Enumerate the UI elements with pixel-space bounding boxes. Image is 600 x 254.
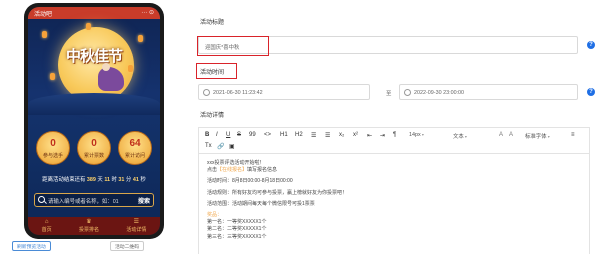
- ordered-list-button[interactable]: ☰: [311, 132, 316, 139]
- search-placeholder: 请输入编号或者名称，如：01: [48, 199, 119, 205]
- highlight-color-icon[interactable]: A: [509, 132, 513, 138]
- subscript-button[interactable]: x₂: [339, 132, 344, 138]
- underline-button[interactable]: U: [226, 132, 230, 138]
- align-button[interactable]: ≡: [571, 132, 575, 138]
- end-time-value: 2022-09-30 23:00:00: [414, 90, 465, 96]
- refresh-preview-button[interactable]: 刷新预览活动: [12, 241, 51, 251]
- content-line: 活动时间：8月8日00:00-8月18日00:00: [207, 178, 293, 185]
- tab-ranking[interactable]: ♛ 投票排名: [79, 219, 99, 233]
- tab-label: 活动详情: [126, 227, 147, 233]
- content-line: 活动范围：活动期间每天每个微信限号可投1票票: [207, 200, 315, 207]
- stats-row: 0 参与选手 0 累计票数 64 累计访问: [36, 131, 152, 167]
- crown-icon: ♛: [86, 219, 92, 225]
- search-button[interactable]: 搜索: [138, 196, 150, 205]
- link-icon[interactable]: 🔗: [217, 143, 224, 150]
- content-line: 第三名：三等奖XXXXX1个: [207, 233, 267, 240]
- tab-label: 首页: [41, 227, 52, 233]
- help-icon[interactable]: ?: [587, 88, 595, 96]
- phone-preview: 活动吧 ··· ⊙ 中秋佳节 0 参与选手 0 累计票数 64 累计访问 距离活…: [24, 3, 164, 239]
- countdown-minute-unit: 分: [125, 177, 132, 183]
- stat-contestants: 0 参与选手: [36, 131, 70, 165]
- content-line: 第二名：二等奖XXXXX1个: [207, 226, 267, 233]
- content-line: 活动规则：所有好友均可参与投票，赢上榜就好友为你投票吧！: [207, 189, 348, 196]
- end-time-input[interactable]: 2022-09-30 23:00:00: [399, 84, 578, 100]
- quote-button[interactable]: 99: [249, 132, 256, 138]
- editor-content[interactable]: xxx投票评选活动开始啦！ 点击【在线报名】填写报名信息 活动时间：8月8日00…: [199, 154, 589, 241]
- countdown-seconds: 41: [132, 177, 139, 183]
- lantern-image: [86, 23, 91, 30]
- start-time-value: 2021-06-30 11:23:42: [213, 90, 263, 96]
- status-bar: 活动吧 ··· ⊙: [28, 7, 160, 19]
- strike-button[interactable]: S: [237, 132, 241, 138]
- text-type-select[interactable]: 文本: [453, 132, 467, 140]
- image-icon[interactable]: ▣: [229, 143, 235, 150]
- countdown-hour-unit: 时: [111, 177, 117, 183]
- font-color-icon[interactable]: A: [499, 132, 503, 138]
- lantern-image: [42, 31, 47, 38]
- tab-details[interactable]: ☰ 活动详情: [126, 219, 146, 233]
- font-family-select[interactable]: 标准字体: [525, 132, 550, 140]
- app-title: 活动吧: [34, 12, 53, 18]
- indent-button[interactable]: ⇥: [380, 132, 385, 139]
- time-separator: 至: [386, 91, 392, 97]
- countdown-second-unit: 秒: [140, 177, 146, 183]
- cloud-decoration: [28, 93, 160, 115]
- stat-label: 累计票数: [83, 153, 104, 159]
- stat-value: 64: [129, 138, 141, 149]
- lantern-image: [138, 35, 143, 42]
- font-size-select[interactable]: 14px: [409, 132, 424, 138]
- time-label-highlight: [196, 63, 237, 79]
- search-input[interactable]: 请输入编号或者名称，如：01 搜索: [34, 193, 154, 207]
- heading1-button[interactable]: H1: [280, 132, 288, 138]
- tab-label: 投票排名: [78, 227, 99, 233]
- phone-screen: 活动吧 ··· ⊙ 中秋佳节 0 参与选手 0 累计票数 64 累计访问 距离活…: [28, 7, 160, 235]
- clock-icon: [203, 89, 210, 96]
- signup-suffix: 填写报名信息: [247, 167, 278, 174]
- festival-title: 中秋佳节: [65, 47, 123, 65]
- lantern-image: [50, 73, 55, 80]
- signup-link[interactable]: 【在线报名】: [217, 167, 247, 173]
- stat-value: 0: [50, 138, 56, 149]
- title-label: 活动标题: [200, 20, 225, 26]
- clock-icon: [404, 89, 411, 96]
- countdown: 距离活动结束还有 389 天 11 时 31 分 41 秒: [32, 175, 156, 183]
- details-label: 活动详情: [200, 113, 225, 119]
- outdent-button[interactable]: ⇤: [367, 132, 372, 139]
- stat-value: 0: [91, 138, 97, 149]
- tab-home[interactable]: ⌂ 首页: [42, 219, 52, 233]
- countdown-hours: 11: [104, 177, 111, 183]
- stat-label: 累计访问: [124, 153, 145, 159]
- bottom-tabbar: ⌂ 首页 ♛ 投票排名 ☰ 活动详情: [28, 217, 160, 235]
- home-icon: ⌂: [44, 219, 49, 225]
- signup-prefix: 点击: [207, 167, 218, 174]
- italic-button[interactable]: I: [216, 132, 218, 138]
- editor-toolbar: B I U S 99 <> H1 H2 ☰ ☰ x₂ x² ⇤ ⇥ ¶ 14px…: [199, 128, 589, 154]
- countdown-days: 389: [86, 177, 96, 183]
- bold-button[interactable]: B: [205, 132, 209, 138]
- countdown-day-unit: 天: [97, 177, 103, 183]
- start-time-input[interactable]: 2021-06-30 11:23:42: [198, 84, 370, 100]
- title-highlight: [197, 36, 269, 56]
- content-line-signup: 点击【在线报名】填写报名信息: [207, 167, 581, 174]
- rich-text-editor[interactable]: B I U S 99 <> H1 H2 ☰ ☰ x₂ x² ⇤ ⇥ ¶ 14px…: [198, 127, 590, 254]
- qrcode-button[interactable]: 活动二维码: [110, 241, 144, 251]
- stat-votes: 0 累计票数: [77, 131, 111, 165]
- code-button[interactable]: <>: [264, 132, 271, 138]
- more-icon[interactable]: ··· ⊙: [141, 9, 154, 16]
- search-icon: [38, 196, 45, 203]
- bullet-list-button[interactable]: ☰: [325, 132, 330, 139]
- superscript-button[interactable]: x²: [353, 132, 358, 138]
- help-icon[interactable]: ?: [587, 41, 595, 49]
- stat-label: 参与选手: [42, 153, 63, 159]
- lantern-image: [128, 65, 133, 72]
- countdown-prefix: 距离活动结束还有: [42, 177, 86, 183]
- countdown-minutes: 31: [118, 177, 125, 183]
- stat-visits: 64 累计访问: [118, 131, 152, 165]
- clear-format-button[interactable]: Tx: [205, 143, 212, 149]
- list-icon: ☰: [133, 219, 140, 225]
- text-direction-button[interactable]: ¶: [393, 132, 396, 138]
- heading2-button[interactable]: H2: [295, 132, 303, 138]
